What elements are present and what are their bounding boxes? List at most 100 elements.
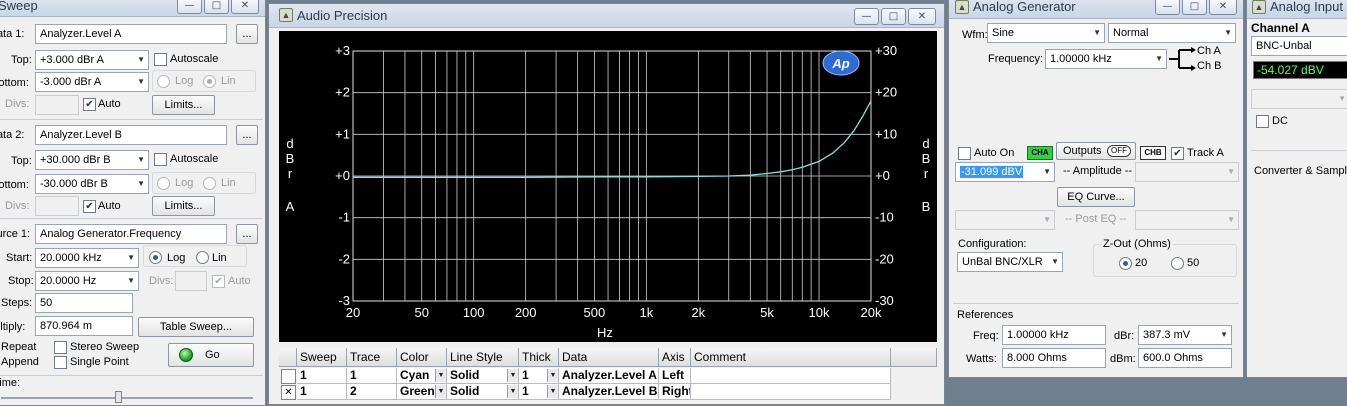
source1-log-radio[interactable] bbox=[149, 251, 162, 264]
go-button[interactable]: Go bbox=[168, 343, 254, 367]
close-icon[interactable]: ✕ bbox=[231, 0, 259, 14]
zout-20-radio[interactable] bbox=[1119, 257, 1132, 270]
data2-limits-button[interactable]: Limits... bbox=[152, 196, 215, 216]
configuration-select[interactable]: UnBal BNC/XLR ▼ bbox=[957, 252, 1063, 272]
chevron-down-icon[interactable]: ▼ bbox=[547, 369, 558, 382]
chevron-down-icon[interactable]: ▼ bbox=[507, 385, 518, 398]
column-header-axis[interactable]: Axis bbox=[659, 348, 691, 367]
source1-input[interactable]: Analog Generator.Frequency bbox=[35, 224, 227, 244]
stereo-sweep-checkbox[interactable] bbox=[54, 341, 67, 354]
table-cell-trace[interactable]: 1 bbox=[347, 368, 397, 384]
close-icon[interactable]: ✕ bbox=[1209, 0, 1237, 15]
source1-lin-radio[interactable] bbox=[196, 251, 209, 264]
table-cell-style[interactable]: Solid ▼ bbox=[447, 384, 519, 400]
data1-autoscale-checkbox[interactable] bbox=[154, 53, 167, 66]
data1-auto-checkbox[interactable]: ✔ bbox=[83, 98, 96, 111]
minimize-icon[interactable]: — bbox=[854, 8, 879, 25]
row-select-checkbox[interactable]: ✕ bbox=[281, 385, 296, 400]
chevron-down-icon[interactable]: ▼ bbox=[435, 369, 446, 382]
source1-divs-input[interactable] bbox=[175, 271, 207, 291]
zout-50-radio[interactable] bbox=[1171, 257, 1184, 270]
minimize-icon[interactable]: — bbox=[177, 0, 202, 14]
ref-freq-input[interactable]: 1.00000 kHz bbox=[1002, 325, 1106, 345]
data1-top-select[interactable]: +3.000 dBr A ▼ bbox=[35, 50, 149, 70]
dc-checkbox[interactable] bbox=[1256, 115, 1269, 128]
table-cell-style[interactable]: Solid ▼ bbox=[447, 368, 519, 384]
chevron-down-icon[interactable]: ▼ bbox=[507, 369, 518, 382]
data2-bottom-select[interactable]: -30.000 dBr B ▼ bbox=[35, 174, 149, 194]
wfm-select[interactable]: Sine ▼ bbox=[987, 23, 1105, 43]
column-header-trace[interactable]: Trace bbox=[347, 348, 397, 367]
amplitude-b-select[interactable]: ▼ bbox=[1135, 162, 1239, 182]
post-eq-b-select[interactable]: ▼ bbox=[1135, 210, 1239, 230]
data2-autoscale-checkbox[interactable] bbox=[154, 153, 167, 166]
column-header-thick[interactable]: Thick bbox=[519, 348, 559, 367]
table-cell-color[interactable]: Green ▼ bbox=[397, 384, 447, 400]
start-select[interactable]: 20.0000 kHz ▼ bbox=[35, 248, 139, 268]
ref-watts-input[interactable]: 8.000 Ohms bbox=[1002, 348, 1106, 368]
amplitude-select[interactable]: -31.099 dBV ▼ bbox=[955, 162, 1055, 182]
eq-curve-button[interactable]: EQ Curve... bbox=[1057, 187, 1135, 207]
table-cell-sweep[interactable]: 1 bbox=[297, 384, 347, 400]
auto-on-checkbox[interactable] bbox=[958, 147, 971, 160]
data2-top-select[interactable]: +30.000 dBr B ▼ bbox=[35, 150, 149, 170]
graph-plot-area[interactable]: 20 50 100 200 500 1k 2k 5k 10k 20k +3 +2 +1 +0 -1 -2 -3 +… bbox=[279, 31, 937, 342]
source1-browse-button[interactable]: ... bbox=[236, 224, 258, 244]
table-cell-data[interactable]: Analyzer.Level B bbox=[559, 384, 659, 400]
table-cell-sweep[interactable]: 1 bbox=[297, 368, 347, 384]
table-cell-trace[interactable]: 2 bbox=[347, 384, 397, 400]
column-header-style[interactable]: Line Style bbox=[447, 348, 519, 367]
range-select[interactable]: ▼ bbox=[1251, 89, 1347, 109]
data2-lin-radio[interactable] bbox=[203, 177, 216, 190]
single-point-checkbox[interactable] bbox=[54, 356, 67, 369]
ref-dbr-select[interactable]: 387.3 mV ▼ bbox=[1138, 325, 1232, 345]
data2-log-radio[interactable] bbox=[157, 177, 170, 190]
table-cell-data[interactable]: Analyzer.Level A bbox=[559, 368, 659, 384]
outputs-button[interactable]: Outputs OFF bbox=[1056, 142, 1136, 160]
cha-output-badge[interactable]: CHA bbox=[1027, 146, 1053, 160]
time-slider-track[interactable] bbox=[1, 397, 253, 399]
maximize-icon[interactable]: □ bbox=[204, 0, 229, 14]
chb-output-badge[interactable]: CHB bbox=[1140, 146, 1166, 160]
ref-dbm-input[interactable]: 600.0 Ohms bbox=[1138, 348, 1232, 368]
data2-auto-checkbox[interactable]: ✔ bbox=[83, 200, 96, 213]
data1-limits-button[interactable]: Limits... bbox=[152, 95, 215, 115]
table-cell-comment[interactable] bbox=[691, 384, 891, 400]
sweep-titlebar[interactable]: Sweep — □ ✕ bbox=[0, 0, 265, 17]
column-header-comment[interactable]: Comment bbox=[691, 348, 891, 367]
input-titlebar[interactable]: ▲ Analog Input bbox=[1247, 0, 1347, 19]
steps-input[interactable]: 50 bbox=[35, 293, 133, 313]
stop-select[interactable]: 20.0000 Hz ▼ bbox=[35, 271, 139, 291]
column-header-data[interactable]: Data bbox=[559, 348, 659, 367]
data2-divs-input[interactable] bbox=[35, 196, 79, 216]
track-a-checkbox[interactable]: ✔ bbox=[1171, 147, 1184, 160]
data2-browse-button[interactable]: ... bbox=[236, 125, 258, 145]
maximize-icon[interactable]: □ bbox=[881, 8, 906, 25]
time-slider-thumb[interactable] bbox=[115, 391, 122, 403]
data2-input[interactable]: Analyzer.Level B bbox=[35, 125, 227, 145]
data1-browse-button[interactable]: ... bbox=[236, 24, 258, 44]
data1-input[interactable]: Analyzer.Level A bbox=[35, 24, 227, 44]
table-cell-thick[interactable]: 1 ▼ bbox=[519, 368, 559, 384]
close-icon[interactable]: ✕ bbox=[908, 8, 936, 25]
frequency-select[interactable]: 1.00000 kHz ▼ bbox=[1045, 49, 1167, 69]
generator-titlebar[interactable]: ▲ Analog Generator — □ ✕ bbox=[949, 0, 1243, 19]
wfm-mode-select[interactable]: Normal ▼ bbox=[1108, 23, 1236, 43]
multiply-input[interactable]: 870.964 m bbox=[35, 316, 133, 336]
minimize-icon[interactable]: — bbox=[1155, 0, 1180, 15]
data1-log-radio[interactable] bbox=[157, 75, 170, 88]
post-eq-a-select[interactable]: ▼ bbox=[955, 210, 1055, 230]
table-cell-axis[interactable]: Left bbox=[659, 368, 691, 384]
chevron-down-icon[interactable]: ▼ bbox=[435, 385, 446, 398]
row-select-checkbox[interactable] bbox=[281, 369, 296, 384]
table-cell-axis[interactable]: Right bbox=[659, 384, 691, 400]
graph-titlebar[interactable]: ▲ Audio Precision — □ ✕ bbox=[269, 4, 944, 28]
column-header-color[interactable]: Color bbox=[397, 348, 447, 367]
table-cell-comment[interactable] bbox=[691, 368, 891, 384]
data1-divs-input[interactable] bbox=[35, 95, 79, 115]
table-cell-color[interactable]: Cyan ▼ bbox=[397, 368, 447, 384]
data1-bottom-select[interactable]: -3.000 dBr A ▼ bbox=[35, 72, 149, 92]
table-sweep-button[interactable]: Table Sweep... bbox=[138, 317, 254, 337]
source1-auto-checkbox[interactable]: ✔ bbox=[212, 275, 225, 288]
table-cell-thick[interactable]: 1 ▼ bbox=[519, 384, 559, 400]
